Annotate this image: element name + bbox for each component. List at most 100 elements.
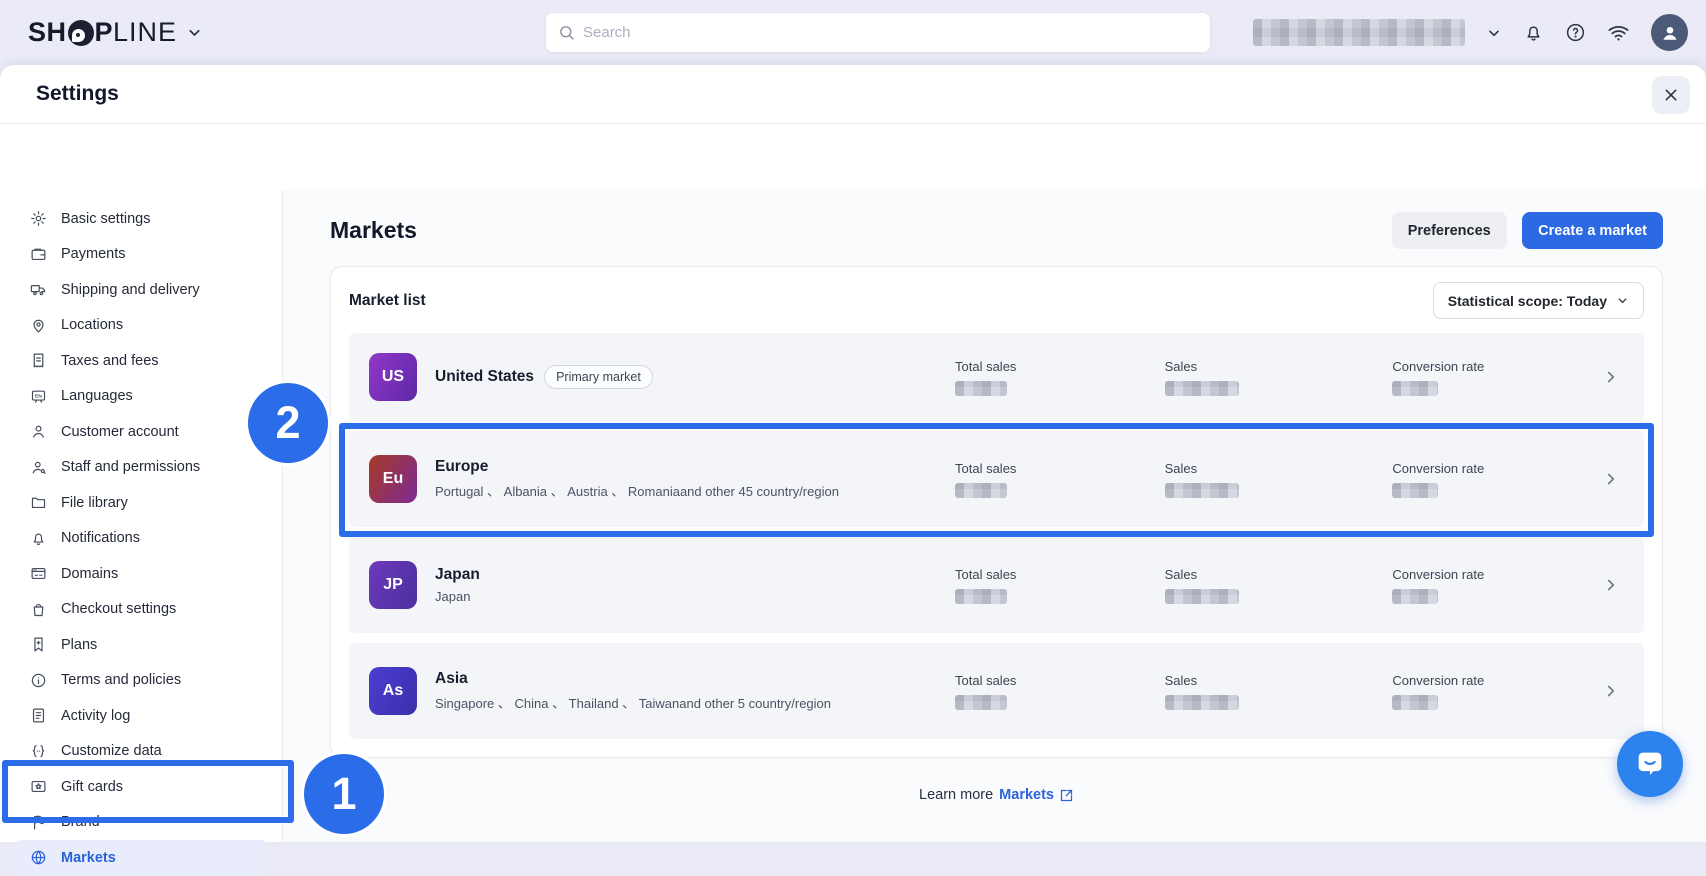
browser-icon xyxy=(30,565,47,582)
stat-label: Total sales xyxy=(955,461,1165,476)
stat-label: Sales xyxy=(1165,673,1393,688)
sidebar-item-label: Customize data xyxy=(61,743,162,759)
sidebar-item-notifications[interactable]: Notifications xyxy=(0,521,282,557)
page-title: Settings xyxy=(36,82,119,106)
sidebar-item-label: Activity log xyxy=(61,708,130,724)
sidebar-item-shipping-and-delivery[interactable]: Shipping and delivery xyxy=(0,272,282,308)
store-chevron-down-icon[interactable] xyxy=(1486,25,1502,41)
market-badge: As xyxy=(369,667,417,715)
sidebar-item-checkout-settings[interactable]: Checkout settings xyxy=(0,592,282,628)
external-link-icon xyxy=(1059,788,1074,803)
close-icon xyxy=(1663,87,1679,103)
chat-button[interactable] xyxy=(1617,731,1683,797)
account-avatar[interactable] xyxy=(1651,14,1688,51)
location-pin-icon xyxy=(30,317,47,334)
sidebar-item-locations[interactable]: Locations xyxy=(0,308,282,344)
sidebar-item-terms-and-policies[interactable]: Terms and policies xyxy=(0,663,282,699)
folder-icon xyxy=(30,494,47,511)
chevron-right-icon xyxy=(1602,576,1620,594)
market-row-asia[interactable]: As AsiaSingapore 、 China 、 Thailand 、 Tai… xyxy=(349,643,1644,739)
stat-value-redacted xyxy=(955,381,1007,396)
sidebar-item-label: Domains xyxy=(61,566,118,582)
sidebar-item-activity-log[interactable]: Activity log xyxy=(0,698,282,734)
braces-icon xyxy=(30,743,47,760)
markets-main: Markets Preferences Create a market Mark… xyxy=(283,190,1706,842)
chevron-right-icon xyxy=(1602,682,1620,700)
sidebar-item-basic-settings[interactable]: Basic settings xyxy=(0,201,282,237)
close-button[interactable] xyxy=(1652,76,1690,114)
search-icon xyxy=(558,24,575,41)
sidebar-item-label: Gift cards xyxy=(61,779,123,795)
market-list-card-header: Market list Statistical scope: Today xyxy=(331,267,1662,333)
stat-conversion-rate: Conversion rate xyxy=(1392,567,1602,604)
primary-market-badge: Primary market xyxy=(544,365,653,389)
search-input[interactable] xyxy=(583,24,1198,41)
stat-value-redacted xyxy=(1165,483,1239,498)
market-row-united-states[interactable]: USUnited StatesPrimary marketTotal sales… xyxy=(349,333,1644,421)
sidebar-item-domains[interactable]: Domains xyxy=(0,556,282,592)
sidebar-item-languages[interactable]: ENLanguages xyxy=(0,379,282,415)
annotation-step-1: 1 xyxy=(304,754,384,834)
global-search xyxy=(545,12,1211,53)
sidebar-item-file-library[interactable]: File library xyxy=(0,485,282,521)
preferences-button[interactable]: Preferences xyxy=(1392,212,1507,249)
sidebar-item-label: Staff and permissions xyxy=(61,459,200,475)
market-row-europe[interactable]: EuEuropePortugal 、 Albania 、 Austria 、 R… xyxy=(349,431,1644,527)
market-name: Europe xyxy=(435,458,488,476)
globe-icon xyxy=(30,849,47,866)
chevron-down-icon xyxy=(186,24,203,41)
stat-sales: Sales xyxy=(1165,673,1393,710)
stat-label: Total sales xyxy=(955,673,1165,688)
notification-bell-icon[interactable] xyxy=(1523,22,1544,43)
sidebar-item-customize-data[interactable]: Customize data xyxy=(0,734,282,770)
market-info: United StatesPrimary market xyxy=(435,365,955,389)
sidebar-item-staff-and-permissions[interactable]: Staff and permissions xyxy=(0,450,282,486)
stat-label: Conversion rate xyxy=(1392,567,1602,582)
stat-value-redacted xyxy=(955,589,1007,604)
market-badge: Eu xyxy=(369,455,417,503)
stat-total-sales: Total sales xyxy=(955,673,1165,710)
wifi-icon[interactable] xyxy=(1607,21,1630,44)
stat-total-sales: Total sales xyxy=(955,567,1165,604)
wallet-icon xyxy=(30,246,47,263)
sidebar-item-label: Brand xyxy=(61,814,100,830)
sidebar-item-plans[interactable]: Plans xyxy=(0,627,282,663)
create-market-button[interactable]: Create a market xyxy=(1522,212,1663,249)
shopline-logo[interactable]: SHPLINE xyxy=(28,17,203,48)
learn-more-markets-link[interactable]: Markets xyxy=(999,787,1074,803)
truck-icon xyxy=(30,281,47,298)
sidebar-item-label: Notifications xyxy=(61,530,140,546)
statistical-scope-dropdown[interactable]: Statistical scope: Today xyxy=(1433,282,1644,319)
stat-label: Total sales xyxy=(955,359,1165,374)
person-icon xyxy=(30,423,47,440)
store-name-redacted[interactable] xyxy=(1253,19,1465,46)
market-row-japan[interactable]: JPJapanJapanTotal salesSalesConversion r… xyxy=(349,537,1644,633)
market-rows: USUnited StatesPrimary marketTotal sales… xyxy=(331,333,1662,757)
person-key-icon xyxy=(30,459,47,476)
sidebar-item-label: Customer account xyxy=(61,424,179,440)
stat-conversion-rate: Conversion rate xyxy=(1392,359,1602,396)
help-icon[interactable] xyxy=(1565,22,1586,43)
sidebar-item-brand[interactable]: Brand xyxy=(0,805,282,841)
statistical-scope-label: Statistical scope: Today xyxy=(1448,293,1607,309)
stat-sales: Sales xyxy=(1165,567,1393,604)
market-countries: Japan xyxy=(435,589,955,604)
sidebar-item-taxes-and-fees[interactable]: Taxes and fees xyxy=(0,343,282,379)
stat-label: Total sales xyxy=(955,567,1165,582)
stat-label: Sales xyxy=(1165,567,1393,582)
shopline-logo-text: SHPLINE xyxy=(28,17,177,48)
market-name: Japan xyxy=(435,566,480,584)
sidebar-item-customer-account[interactable]: Customer account xyxy=(0,414,282,450)
market-info: AsiaSingapore 、 China 、 Thailand 、 Taiwa… xyxy=(435,670,955,712)
learn-more: Learn more Markets xyxy=(330,787,1663,803)
markets-header: Markets Preferences Create a market xyxy=(330,212,1663,249)
sidebar-item-gift-cards[interactable]: Gift cards xyxy=(0,769,282,805)
stat-value-redacted xyxy=(1392,381,1438,396)
bookmark-plus-icon xyxy=(30,636,47,653)
sidebar-item-label: Markets xyxy=(61,850,116,866)
stat-value-redacted xyxy=(1392,589,1438,604)
sidebar-item-markets[interactable]: Markets xyxy=(14,840,268,876)
sidebar-item-payments[interactable]: Payments xyxy=(0,237,282,273)
document-icon xyxy=(30,707,47,724)
receipt-icon xyxy=(30,352,47,369)
